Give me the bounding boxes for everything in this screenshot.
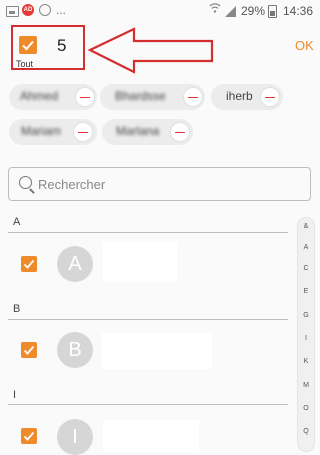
remove-chip-button[interactable] xyxy=(170,122,190,142)
avatar: B xyxy=(57,332,93,368)
contact-name-redacted[interactable] xyxy=(102,333,212,369)
index-letter[interactable]: K xyxy=(298,358,314,365)
index-letter[interactable]: O xyxy=(298,405,314,412)
chip-contact[interactable]: Bhardsse xyxy=(100,84,205,110)
chip-label: iherb xyxy=(226,89,253,103)
chip-contact[interactable]: Marlana xyxy=(102,119,193,145)
checkmark-icon xyxy=(23,431,35,441)
wifi-icon xyxy=(209,2,221,17)
checkmark-icon xyxy=(23,345,35,355)
section-divider xyxy=(8,232,288,233)
index-letter[interactable]: I xyxy=(298,335,314,342)
remove-chip-button[interactable] xyxy=(73,122,93,142)
remove-chip-button[interactable] xyxy=(260,87,280,107)
avatar: A xyxy=(57,246,93,282)
remove-chip-button[interactable] xyxy=(75,87,95,107)
index-letter[interactable]: G xyxy=(298,312,314,319)
chip-label: Bhardsse xyxy=(115,89,166,103)
index-letter[interactable]: M xyxy=(298,382,314,389)
remove-chip-button[interactable] xyxy=(183,87,203,107)
chip-label: Mariam xyxy=(21,124,62,138)
more-notifications: ... xyxy=(56,3,67,17)
whatsapp-icon xyxy=(39,4,51,16)
signal-icon xyxy=(225,6,236,17)
image-icon xyxy=(6,6,19,17)
chip-label: Ahmed xyxy=(20,89,59,103)
section-header-i: I xyxy=(13,389,17,401)
battery-percent: 29% xyxy=(241,4,266,18)
annotation-highlight-box xyxy=(11,25,85,70)
contact-checkbox[interactable] xyxy=(21,342,37,358)
section-header-b: B xyxy=(13,303,21,315)
index-letter[interactable]: Q xyxy=(298,428,314,435)
alphabet-index[interactable]: & A C E G I K M O Q xyxy=(297,217,315,452)
contact-name-redacted[interactable] xyxy=(103,242,177,282)
checkmark-icon xyxy=(23,259,35,269)
index-letter[interactable]: & xyxy=(298,223,314,230)
index-letter[interactable]: E xyxy=(298,288,314,295)
chip-contact[interactable]: Mariam xyxy=(9,119,97,145)
status-bar: AD ... 29% 14:36 xyxy=(0,0,319,22)
clock: 14:36 xyxy=(283,4,314,18)
contact-checkbox[interactable] xyxy=(21,428,37,444)
section-divider xyxy=(8,404,288,405)
chip-contact[interactable]: iherb xyxy=(211,84,283,110)
battery-icon xyxy=(268,5,277,18)
ok-button[interactable]: OK xyxy=(295,38,314,53)
search-placeholder: Rechercher xyxy=(38,177,106,192)
contact-name-redacted[interactable] xyxy=(103,420,199,452)
avatar: I xyxy=(57,419,93,455)
search-field[interactable]: Rechercher xyxy=(8,167,311,201)
annotation-arrow-icon xyxy=(88,27,214,74)
contact-checkbox[interactable] xyxy=(21,256,37,272)
index-letter[interactable]: C xyxy=(298,265,314,272)
chip-label: Marlana xyxy=(116,124,160,138)
ad-icon: AD xyxy=(22,4,34,16)
search-icon xyxy=(19,176,32,189)
chip-contact[interactable]: Ahmed xyxy=(9,84,97,110)
section-header-a: A xyxy=(13,216,21,228)
section-divider xyxy=(8,319,288,320)
index-letter[interactable]: A xyxy=(298,244,314,251)
